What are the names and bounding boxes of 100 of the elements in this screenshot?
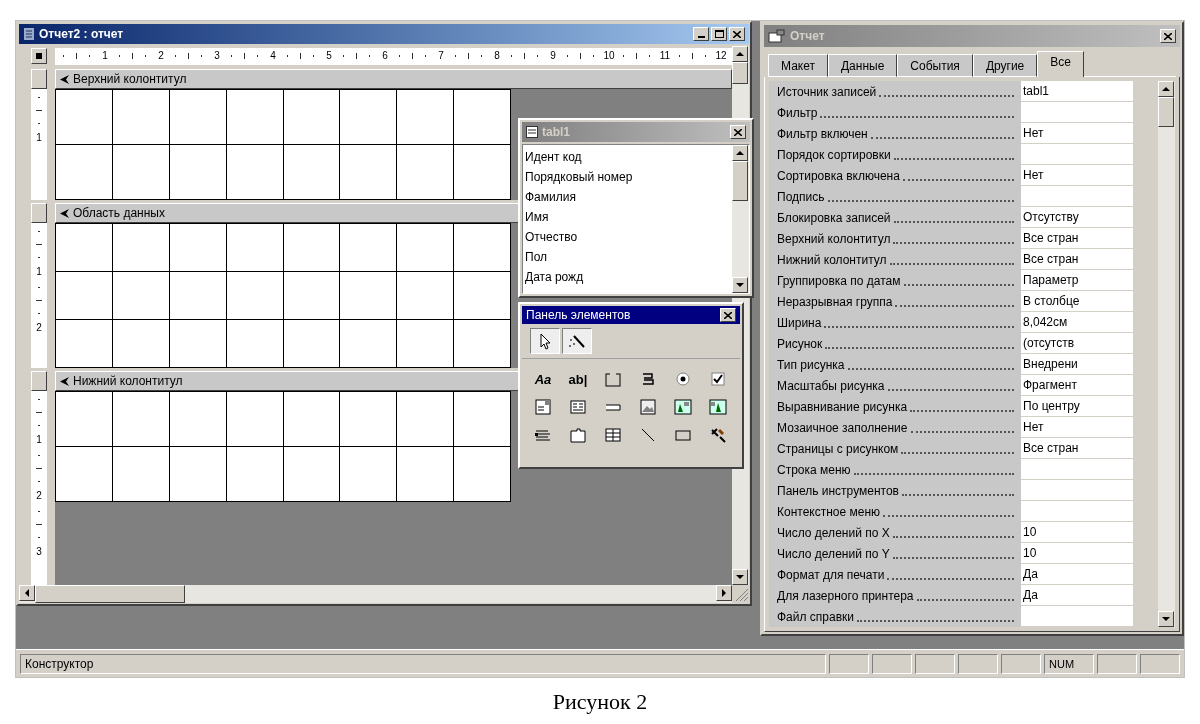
section-selector[interactable] [31,371,47,391]
property-value[interactable]: Фрагмент [1021,375,1133,396]
section-selector[interactable] [31,69,47,89]
property-label: Рисунок [777,335,823,353]
figure-caption: Рисунок 2 [552,687,648,716]
scroll-up-button[interactable] [1158,81,1174,97]
field-item[interactable]: Пол [525,247,730,267]
property-value[interactable]: Все стран [1021,249,1133,270]
property-value[interactable]: 10 [1021,522,1133,543]
tab-control-icon [569,426,587,444]
property-label: Неразрывная группа [777,293,893,311]
property-label: Ширина [777,314,822,332]
property-value[interactable]: Параметр [1021,270,1133,291]
vertical-scrollbar[interactable] [732,145,749,293]
square-icon [36,53,42,59]
property-value[interactable]: Нет [1021,123,1133,144]
scroll-thumb[interactable] [732,161,748,201]
arrow-down-icon [1161,615,1171,623]
close-button[interactable] [1160,29,1176,43]
property-value[interactable]: Внедрени [1021,354,1133,375]
window-title: Панель элементов [526,307,632,324]
horizontal-scrollbar[interactable] [19,585,732,603]
property-label: Мозаичное заполнение [777,419,908,437]
scroll-thumb[interactable] [1158,97,1174,127]
property-label: Строка меню [777,461,851,479]
status-panel [915,653,955,674]
property-label: Фильтр включен [777,125,868,143]
scroll-up-button[interactable] [732,46,748,62]
close-button[interactable] [720,308,736,322]
scroll-thumb[interactable] [35,585,185,603]
field-item[interactable]: Дата рожд [525,267,730,287]
field-item[interactable]: Отчество [525,227,730,247]
close-icon [733,30,741,38]
select-report-button[interactable] [31,48,47,64]
property-label: Файл справки [777,608,854,626]
property-value[interactable]: Да [1021,564,1133,585]
ruler-number: 1 [101,51,109,61]
status-text: Конструктор [20,653,826,674]
toolbox-tool[interactable] [562,328,592,354]
ruler-number: 12 [715,51,727,61]
arrow-up-icon [1161,85,1171,93]
arrow-up-icon [735,149,745,157]
window-title: Отчет [790,28,826,45]
vertical-scrollbar[interactable] [1158,81,1175,627]
property-label: Подпись [777,188,825,206]
arrow-right-icon [720,588,728,598]
property-label: Источник записей [777,83,877,101]
property-label: Группировка по датам [777,272,901,290]
status-panel [1097,653,1137,674]
property-value[interactable]: (отсутств [1021,333,1133,354]
section-title: Нижний колонтитул [73,373,183,390]
tab[interactable]: Все [1037,51,1084,77]
property-value[interactable]: По центру [1021,396,1133,417]
tab[interactable]: Другие [972,54,1038,77]
scroll-right-button[interactable] [716,585,732,601]
property-label: Сортировка включена [777,167,900,185]
property-value[interactable]: Нет [1021,417,1133,438]
property-value[interactable]: tabl1 [1021,81,1133,102]
ruler-number: 1 [36,435,42,447]
ruler-number: 4 [269,51,277,61]
scroll-left-button[interactable] [19,585,35,601]
property-value[interactable]: 8,042см [1021,312,1133,333]
scroll-down-button[interactable] [732,277,748,293]
minimize-button[interactable] [693,27,709,41]
property-value[interactable]: Да [1021,585,1133,606]
ruler-number: 3 [36,547,42,559]
section-selector[interactable] [31,203,47,223]
maximize-button[interactable] [711,27,727,41]
section-arrow-icon [60,208,69,218]
tab[interactable]: Данные [827,54,898,77]
hammer-icon [709,426,727,444]
section-bar[interactable]: Верхний колонтитул [55,69,732,89]
ruler-number: 1 [36,267,42,279]
frame-object-icon [709,398,727,416]
ruler-number: 7 [437,51,445,61]
property-value[interactable]: Нет [1021,165,1133,186]
ruler-number: 6 [381,51,389,61]
toolbox-tool[interactable] [530,328,560,354]
window-title: Отчет2 : отчет [39,26,125,43]
scroll-thumb[interactable] [732,62,748,84]
scroll-up-button[interactable] [732,145,748,161]
close-icon [1164,32,1172,40]
ruler-number: 2 [36,323,42,335]
tab[interactable]: Макет [768,54,828,77]
close-button[interactable] [730,125,746,139]
scroll-down-button[interactable] [1158,611,1174,627]
property-value[interactable]: Все стран [1021,438,1133,459]
section-title: Область данных [73,205,165,222]
section-title: Верхний колонтитул [73,71,187,88]
status-panel [829,653,869,674]
property-value[interactable]: В столбце [1021,291,1133,312]
frame-object-icon [674,398,692,416]
property-value[interactable]: 10 [1021,543,1133,564]
property-value[interactable]: Все стран [1021,228,1133,249]
tab[interactable]: События [897,54,973,77]
close-button[interactable] [729,27,745,41]
field-item[interactable]: Порядковый номер [525,167,730,187]
scroll-down-button[interactable] [732,569,748,585]
field-item[interactable]: Идент код [525,147,730,167]
property-value[interactable]: Отсутству [1021,207,1133,228]
